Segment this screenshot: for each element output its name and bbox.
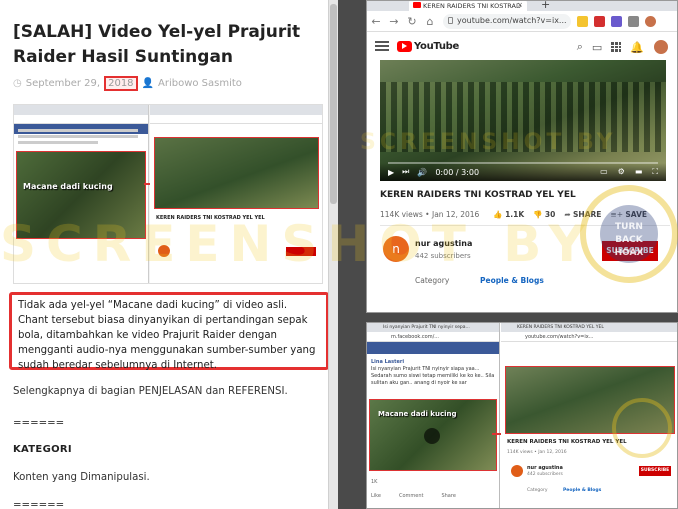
- category-label: Category: [415, 276, 450, 285]
- date-prefix: September 29,: [25, 78, 101, 89]
- extension-icon[interactable]: [611, 15, 622, 27]
- category-link[interactable]: People & Blogs: [480, 276, 544, 285]
- reload-icon[interactable]: ↻: [403, 15, 421, 28]
- yt-subscribe-small: SUBSCRIBE: [639, 466, 671, 476]
- fb-actions: Like Comment Share: [371, 493, 456, 499]
- yt-subs-small: 442 subscribers: [527, 472, 563, 477]
- url-text: youtube.com/watch?v=ix...: [457, 15, 567, 25]
- close-icon[interactable]: ×: [517, 1, 523, 9]
- screenshot-collage: [SALAH] Video Yel-yel Prajurit Raider Ha…: [0, 0, 678, 509]
- fb-video: Macane dadi kucing: [369, 399, 497, 471]
- yt-channel-small: nur agustina: [527, 465, 563, 471]
- extension-icon[interactable]: [628, 15, 639, 27]
- date-year-highlight: 2018: [104, 76, 138, 91]
- play-icon: [424, 428, 440, 444]
- yt-meta-small: 114K views • Jan 12, 2016: [507, 450, 567, 455]
- account-avatar[interactable]: [653, 39, 669, 55]
- clock-icon: ◷: [13, 78, 22, 89]
- create-video-icon[interactable]: ▭: [592, 41, 602, 54]
- author-name[interactable]: Aribowo Sasmito: [158, 78, 242, 89]
- tab-strip: KEREN RAIDERS TNI KOSTRAD × +: [367, 1, 677, 11]
- thumb-caption: Macane dadi kucing: [23, 182, 113, 191]
- yt-tab: KEREN RAIDERS TNI KOSTRAD YEL YEL: [501, 323, 677, 332]
- fullscreen-icon[interactable]: ⛶: [652, 167, 658, 177]
- volume-icon[interactable]: 🔊: [417, 168, 427, 177]
- header-actions: ⌕ ▭ 🔔: [577, 39, 669, 55]
- profile-avatar[interactable]: [645, 15, 656, 27]
- apps-icon[interactable]: [611, 42, 622, 52]
- forward-icon[interactable]: →: [385, 15, 403, 28]
- more-info-text: Selengkapnya di bagian PENJELASAN dan RE…: [13, 386, 288, 397]
- summary-callout: Tidak ada yel-yel “Macane dadi kucing” d…: [9, 292, 329, 371]
- separator-1: ======: [13, 418, 65, 429]
- fb-post-text: Lina Lasteri Isi nyanyian Prajurit TNI n…: [371, 359, 495, 387]
- mafindo-seal-logo: TURN BACK HOAX: [580, 185, 678, 283]
- youtube-favicon-icon: [413, 2, 421, 8]
- player-controls: ▶ ⏭ 🔊 0:00 / 3:00 ▭ ⚙ ▬ ⛶: [380, 163, 666, 181]
- yt-title-small: KEREN RAIDERS TNI KOSTRAD YEL YEL: [507, 439, 627, 445]
- fb-tab: Isi nyanyian Prajurit TNI nyinyir sepa..…: [367, 323, 499, 332]
- youtube-header: YouTube ⌕ ▭ 🔔: [367, 33, 677, 59]
- facebook-window: Isi nyanyian Prajurit TNI nyinyir sepa..…: [367, 323, 500, 508]
- video-title: KEREN RAIDERS TNI KOSTRAD YEL YEL: [380, 190, 576, 200]
- article-meta: ◷ September 29, 2018 👤 Aribowo Sasmito: [13, 76, 242, 91]
- play-icon[interactable]: ▶: [388, 168, 394, 177]
- seal-center-text: TURN BACK HOAX: [600, 205, 658, 263]
- article-title[interactable]: [SALAH] Video Yel-yel Prajurit Raider Ha…: [13, 20, 331, 70]
- youtube-logo[interactable]: YouTube: [397, 40, 459, 52]
- new-tab-button[interactable]: +: [541, 1, 550, 11]
- fb-likes: 1K: [371, 479, 378, 485]
- next-icon[interactable]: ⏭: [402, 167, 409, 177]
- youtube-play-icon: [397, 40, 412, 52]
- watermark-text: SCREENSHOT BY: [0, 215, 595, 273]
- home-icon[interactable]: ⌂: [421, 15, 439, 28]
- tab-youtube[interactable]: KEREN RAIDERS TNI KOSTRAD ×: [409, 1, 527, 11]
- watermark-text-secondary: SCREENSHOT BY: [360, 130, 617, 155]
- kategori-heading: KATEGORI: [13, 444, 72, 455]
- fb-post-body: Isi nyanyian Prajurit TNI nyinyir siapa …: [371, 366, 495, 386]
- tab-title: KEREN RAIDERS TNI KOSTRAD: [423, 2, 521, 10]
- fb-comment: Comment: [398, 493, 424, 499]
- menu-icon[interactable]: [375, 39, 389, 53]
- search-icon[interactable]: ⌕: [577, 40, 583, 54]
- extension-icon[interactable]: [594, 15, 605, 27]
- yt-url: youtube.com/watch?v=ix...: [501, 332, 677, 342]
- youtube-video-thumb: [154, 137, 319, 209]
- bell-icon[interactable]: 🔔: [630, 41, 644, 54]
- youtube-logo-text: YouTube: [414, 40, 459, 52]
- theater-icon[interactable]: ▬: [635, 167, 643, 177]
- video-player[interactable]: ▶ ⏭ 🔊 0:00 / 3:00 ▭ ⚙ ▬ ⛶: [380, 60, 666, 181]
- fb-video-caption: Macane dadi kucing: [378, 410, 457, 418]
- yt-cat-value-small: People & Blogs: [563, 488, 602, 493]
- fb-url: m.facebook.com/...: [367, 332, 499, 342]
- back-icon[interactable]: ←: [367, 15, 385, 28]
- player-time: 0:00 / 3:00: [435, 167, 480, 177]
- separator-2: ======: [13, 500, 65, 509]
- settings-icon[interactable]: ⚙: [618, 167, 625, 177]
- star-icon[interactable]: [577, 15, 588, 27]
- address-bar-row: ← → ↻ ⌂ youtube.com/watch?v=ix...: [367, 11, 677, 32]
- fb-user-name: Lina Lasteri: [371, 359, 405, 365]
- fb-like: Like: [371, 493, 381, 499]
- url-field[interactable]: youtube.com/watch?v=ix...: [443, 13, 571, 29]
- fb-share: Share: [441, 493, 456, 499]
- yt-cat-label-small: Category: [527, 488, 548, 493]
- lock-icon: [448, 16, 453, 24]
- fb-navbar: [367, 342, 499, 354]
- yt-channel-avatar-small: [511, 465, 523, 477]
- mafindo-seal-logo-small: [612, 398, 672, 458]
- kategori-value: Konten yang Dimanipulasi.: [13, 472, 150, 483]
- captions-icon[interactable]: ▭: [600, 167, 608, 177]
- user-icon: 👤: [141, 78, 154, 89]
